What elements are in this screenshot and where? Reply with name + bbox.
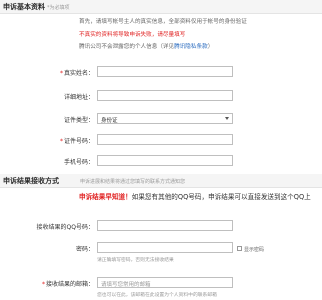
real-name-input[interactable] xyxy=(97,66,233,77)
id-number-label-text: 证件号码： xyxy=(63,138,94,145)
section-header-result-receive: 申诉结果接收方式 申诉进展和结果将通过您填写的联系方式通知您 xyxy=(0,174,322,188)
privacy-terms-link[interactable]: 腾讯隐私条款 xyxy=(174,44,208,50)
phone-input[interactable] xyxy=(97,155,233,166)
notice-bold: 申诉结果早知道！ xyxy=(79,193,132,201)
receive-qq-input[interactable] xyxy=(97,220,233,231)
chevron-down-icon xyxy=(225,117,229,120)
section-subtitle: *为必填项 xyxy=(47,5,70,11)
password-hint: 请正确填写密码，否则无法接收结果 xyxy=(97,258,174,263)
required-star: * xyxy=(59,70,63,77)
section-title: 申诉结果接收方式 xyxy=(3,177,59,185)
email-hint: 您也可以在此，该邮箱在此设置为个人资料中的联系邮箱 xyxy=(97,293,217,298)
notice-text: 如果您有其他的QQ号码，申诉结果可以直接发送到这个QQ上 xyxy=(131,193,311,201)
intro-line-1: 首先，请填写帐号主人的真实信息，全部资料仅用于帐号的身份验证 xyxy=(79,19,247,25)
result-notice: 申诉结果早知道！如果您有其他的QQ号码，申诉结果可以直接发送到这个QQ上 xyxy=(79,191,311,201)
show-password-checkbox[interactable] xyxy=(237,246,242,251)
id-number-label: *证件号码： xyxy=(60,136,94,145)
id-number-input[interactable] xyxy=(97,134,233,145)
phone-label: 手机号码： xyxy=(63,159,94,166)
address-label: 详细地址： xyxy=(63,94,94,101)
address-input[interactable] xyxy=(97,90,233,101)
receive-qq-label: 接收结果的QQ号码： xyxy=(36,224,94,231)
show-password-label: 显示密码 xyxy=(244,247,265,253)
intro-line-3-suffix: ） xyxy=(207,44,214,50)
section-header-basic-info: 申诉基本资料 *为必填项 xyxy=(0,0,322,14)
id-type-label: 证件类型： xyxy=(63,117,94,124)
intro-line-3: 腾讯公司不会泄露您的个人信息（详见腾讯隐私条款） xyxy=(79,42,213,50)
receive-email-label: *接收结果的邮箱： xyxy=(42,279,94,288)
receive-email-input[interactable]: 请填写您常用的邮箱 xyxy=(97,277,233,288)
intro-line-2: 不真实的资料将导致申诉失败，请尽量填写 xyxy=(79,32,186,38)
intro-line-3-prefix: 腾讯公司不会泄露您的个人信息（详见 xyxy=(79,44,175,50)
real-name-label: *真实姓名： xyxy=(60,68,94,77)
password-input[interactable] xyxy=(97,242,233,253)
id-type-select[interactable]: 身份证 xyxy=(97,113,233,124)
section-subtitle: 申诉进展和结果将通过您填写的联系方式通知您 xyxy=(80,179,186,185)
required-star: * xyxy=(41,281,45,288)
receive-email-label-text: 接收结果的邮箱： xyxy=(45,281,94,288)
required-star: * xyxy=(59,138,63,145)
id-type-value: 身份证 xyxy=(101,118,118,124)
section-title: 申诉基本资料 xyxy=(3,3,45,11)
real-name-label-text: 真实姓名： xyxy=(63,70,94,77)
password-label: 密码： xyxy=(75,246,94,253)
